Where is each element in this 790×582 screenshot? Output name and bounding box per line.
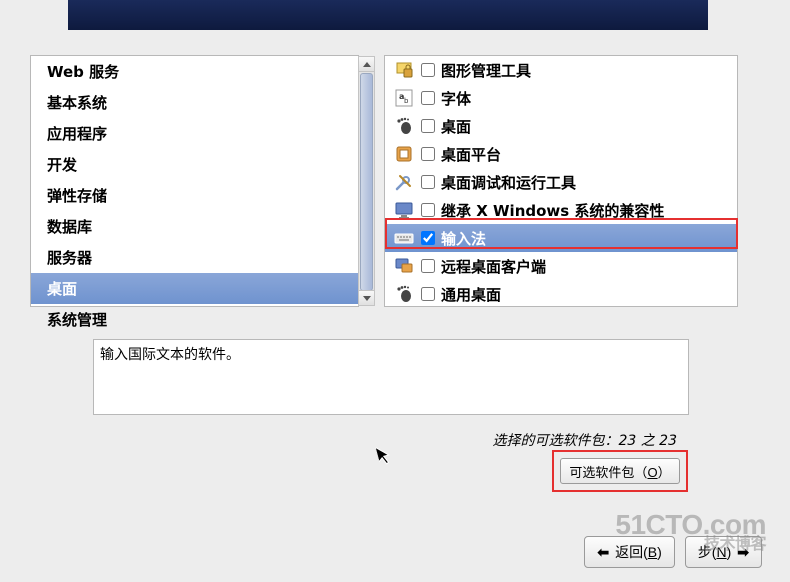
package-label: 桌面 — [441, 116, 471, 137]
package-checkbox[interactable] — [421, 231, 435, 245]
package-label: 通用桌面 — [441, 284, 501, 305]
package-label: 桌面调试和运行工具 — [441, 172, 576, 193]
lock-icon — [393, 59, 415, 81]
package-row-2[interactable]: 桌面 — [385, 112, 737, 140]
description-box: 输入国际文本的软件。 — [93, 339, 689, 415]
tools-icon — [393, 171, 415, 193]
scroll-thumb[interactable] — [360, 73, 373, 291]
gnome-foot-icon — [393, 283, 415, 305]
arrow-right-icon: ➡ — [737, 544, 749, 561]
package-checkbox[interactable] — [421, 91, 435, 105]
package-label: 继承 X Windows 系统的兼容性 — [441, 200, 664, 221]
package-checkbox[interactable] — [421, 147, 435, 161]
package-row-6[interactable]: 输入法 — [385, 224, 737, 252]
scroll-up-button[interactable] — [359, 57, 374, 72]
wizard-nav: ⬅ 返回(B) 步(N) ➡ — [584, 536, 762, 568]
scroll-down-button[interactable] — [359, 290, 374, 305]
category-item-0[interactable]: Web 服务 — [31, 56, 358, 87]
package-checkbox[interactable] — [421, 119, 435, 133]
optional-packages-label: 可选软件包（ — [569, 465, 647, 480]
package-label: 字体 — [441, 88, 471, 109]
category-item-2[interactable]: 应用程序 — [31, 118, 358, 149]
package-checkbox[interactable] — [421, 287, 435, 301]
category-item-4[interactable]: 弹性存储 — [31, 180, 358, 211]
right-scrollbar[interactable] — [737, 56, 738, 306]
selection-count-label: 选择的可选软件包：23 之 23 — [492, 430, 677, 450]
category-list: Web 服务基本系统应用程序开发弹性存储数据库服务器桌面系统管理 — [30, 55, 359, 307]
platform-icon — [393, 143, 415, 165]
package-checkbox[interactable] — [421, 175, 435, 189]
optional-packages-accel: O — [647, 465, 657, 480]
header-banner — [68, 0, 708, 30]
back-button[interactable]: ⬅ 返回(B) — [584, 536, 674, 568]
package-list: 图形管理工具 ab 字体桌面桌面平台桌面调试和运行工具继承 X Windows 系统… — [384, 55, 738, 307]
category-item-6[interactable]: 服务器 — [31, 242, 358, 273]
keyboard-icon — [393, 227, 415, 249]
package-row-7[interactable]: 远程桌面客户端 — [385, 252, 737, 280]
gnome-foot-icon — [393, 115, 415, 137]
package-label: 桌面平台 — [441, 144, 501, 165]
package-row-8[interactable]: 通用桌面 — [385, 280, 737, 307]
category-item-1[interactable]: 基本系统 — [31, 87, 358, 118]
svg-text:b: b — [404, 97, 409, 105]
package-checkbox[interactable] — [421, 203, 435, 217]
category-item-5[interactable]: 数据库 — [31, 211, 358, 242]
category-item-8[interactable]: 系统管理 — [31, 304, 358, 335]
mouse-cursor-icon — [375, 444, 395, 471]
font-icon: ab — [393, 87, 415, 109]
category-item-3[interactable]: 开发 — [31, 149, 358, 180]
package-row-0[interactable]: 图形管理工具 — [385, 56, 737, 84]
package-label: 图形管理工具 — [441, 60, 531, 81]
package-row-5[interactable]: 继承 X Windows 系统的兼容性 — [385, 196, 737, 224]
next-button[interactable]: 步(N) ➡ — [685, 536, 762, 568]
category-item-7[interactable]: 桌面 — [31, 273, 358, 304]
monitor-icon — [393, 199, 415, 221]
package-label: 输入法 — [441, 228, 486, 249]
package-checkbox[interactable] — [421, 63, 435, 77]
description-text: 输入国际文本的软件。 — [100, 347, 240, 363]
package-checkbox[interactable] — [421, 259, 435, 273]
left-scrollbar[interactable] — [358, 56, 375, 306]
package-row-4[interactable]: 桌面调试和运行工具 — [385, 168, 737, 196]
arrow-left-icon: ⬅ — [597, 544, 609, 561]
optional-packages-button[interactable]: 可选软件包（O） — [560, 458, 680, 484]
package-row-1[interactable]: ab 字体 — [385, 84, 737, 112]
package-label: 远程桌面客户端 — [441, 256, 546, 277]
remote-icon — [393, 255, 415, 277]
package-row-3[interactable]: 桌面平台 — [385, 140, 737, 168]
